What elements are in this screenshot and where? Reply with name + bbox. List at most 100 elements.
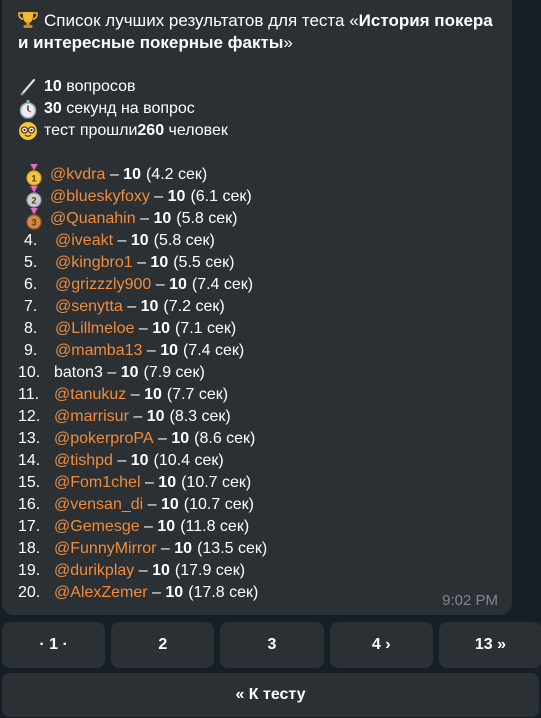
username-link[interactable]: @tishpd — [54, 450, 113, 472]
message-title: Список лучших результатов для теста «Ист… — [18, 10, 498, 54]
username-link[interactable]: @marrisur — [54, 406, 129, 428]
rank-number: 8. — [24, 320, 38, 337]
time-value: (10.7 сек) — [183, 496, 254, 513]
rank-number: 9. — [24, 342, 38, 359]
time-value: (5.8 сек) — [176, 210, 238, 227]
time-value: (10.4 сек) — [153, 452, 224, 469]
dash-separator: – — [102, 364, 121, 381]
rank-number: 16. — [18, 496, 41, 513]
username-link[interactable]: @Gemesge — [54, 516, 140, 538]
result-row: 19. @durikplay – 10 (17.9 сек) — [18, 560, 498, 582]
score-value: 10 — [146, 408, 165, 425]
result-row: 12. @marrisur – 10 (8.3 сек) — [18, 406, 498, 428]
dash-separator: – — [128, 408, 147, 425]
username-link[interactable]: @durikplay — [54, 560, 134, 582]
rank-number: 7. — [24, 298, 38, 315]
stat-text: секунд на вопрос — [61, 100, 195, 117]
result-row: 15. @Fom1chel – 10 (10.7 сек) — [18, 472, 498, 494]
username-link[interactable]: @Lillmeloe — [55, 318, 134, 340]
rank-number: 19. — [18, 562, 41, 579]
result-row: 10. baton3 – 10 (7.9 сек) — [18, 362, 498, 384]
dash-separator: – — [105, 166, 124, 183]
stat-line: 10 вопросов — [18, 76, 498, 98]
rank-number: 10. — [18, 364, 41, 381]
nerd-face-icon — [19, 122, 37, 140]
svg-text:2: 2 — [31, 196, 36, 206]
page-button-5[interactable]: 13 » — [438, 622, 541, 668]
score-value: 10 — [130, 452, 149, 469]
result-row: 18. @FunnyMirror – 10 (13.5 сек) — [18, 538, 498, 560]
username-link[interactable]: @pokerproPA — [54, 428, 154, 450]
dash-separator: – — [156, 540, 175, 557]
score-value: 10 — [123, 166, 141, 183]
dash-separator: – — [134, 320, 153, 337]
score-value: 10 — [144, 386, 162, 403]
page-button-3[interactable]: 3 — [220, 622, 324, 668]
rank-number: 14. — [18, 452, 41, 469]
result-row: 5. @kingbro1 – 10 (5.5 сек) — [18, 252, 498, 274]
title-suffix: » — [283, 33, 293, 52]
username-link[interactable]: @FunnyMirror — [54, 538, 156, 560]
time-value: (10.7 сек) — [181, 474, 252, 491]
stopwatch-icon — [19, 100, 37, 119]
result-row: 11. @tanukuz – 10 (7.7 сек) — [18, 384, 498, 406]
time-value: (5.5 сек) — [173, 254, 235, 271]
score-value: 10 — [158, 474, 177, 491]
rank-number: 11. — [18, 386, 40, 403]
result-row: 14. @tishpd – 10 (10.4 сек) — [18, 450, 498, 472]
page-button-2[interactable]: 2 — [111, 622, 215, 668]
score-value: 10 — [160, 342, 178, 359]
score-value: 10 — [130, 232, 149, 249]
score-value: 10 — [152, 320, 170, 337]
dash-separator: – — [149, 188, 168, 205]
username-link[interactable]: @tanukuz — [54, 384, 126, 406]
username-link[interactable]: @AlexZemer — [54, 582, 148, 604]
username-link[interactable]: @grizzzly900 — [55, 274, 151, 296]
result-row: 13. @pokerproPA – 10 (8.6 сек) — [18, 428, 498, 450]
score-value: 10 — [167, 188, 186, 205]
score-value: 10 — [174, 540, 193, 557]
rank-number: 12. — [18, 408, 41, 425]
time-value: (7.9 сек) — [143, 364, 205, 381]
username-link[interactable]: @mamba13 — [55, 340, 142, 362]
title-prefix: Список лучших результатов для теста « — [44, 11, 359, 30]
username-link[interactable]: @vensan_di — [54, 494, 143, 516]
time-value: (5.8 сек) — [153, 232, 215, 249]
username-link[interactable]: @senytta — [55, 296, 123, 318]
score-value: 10 — [160, 496, 179, 513]
dash-separator: – — [113, 232, 131, 249]
stat-line: тест прошли 260 человек — [18, 120, 498, 142]
result-row: 9. @mamba13 – 10 (7.4 сек) — [18, 340, 498, 362]
score-value: 10 — [157, 518, 176, 535]
pencil-icon — [20, 78, 36, 96]
time-value: (7.7 сек) — [166, 386, 229, 403]
rank-number: 6. — [24, 276, 38, 293]
dash-separator: – — [126, 386, 145, 403]
stat-value: 260 — [137, 122, 165, 139]
dash-separator: – — [147, 584, 166, 601]
result-row: 20. @AlexZemer – 10 (17.8 сек) — [18, 582, 498, 604]
dash-separator: – — [139, 518, 158, 535]
result-row: 17. @Gemesge – 10 (11.8 сек) — [18, 516, 498, 538]
time-value: (7.4 сек) — [182, 342, 245, 359]
silver-medal-icon: 2 — [26, 186, 42, 208]
score-value: 10 — [150, 254, 169, 271]
username-link[interactable]: @Quanahin — [50, 208, 136, 230]
time-value: (4.2 сек) — [145, 166, 208, 183]
bronze-medal-icon: 3 — [26, 208, 42, 230]
username-link[interactable]: @kingbro1 — [55, 252, 133, 274]
page-button-4[interactable]: 4 › — [329, 622, 433, 668]
results-list: 1 @kvdra – 10 (4.2 сек) 2 @blueskyfoxy – 10(… — [18, 164, 498, 604]
dash-separator: – — [112, 452, 131, 469]
time-value: (8.6 сек) — [194, 430, 256, 447]
rank-number: 20. — [18, 584, 41, 601]
time-value: (17.8 сек) — [188, 584, 259, 601]
username-link[interactable]: @Fom1chel — [54, 472, 141, 494]
rank-number: 15. — [18, 474, 41, 491]
back-to-test-button[interactable]: « К тесту — [2, 673, 539, 717]
page-button-1[interactable]: · 1 · — [2, 622, 106, 668]
username-link[interactable]: @kvdra — [50, 164, 105, 186]
username-link[interactable]: @blueskyfoxy — [50, 186, 150, 208]
message-timestamp: 9:02 PM — [442, 592, 498, 609]
username-link[interactable]: @iveakt — [55, 230, 113, 252]
